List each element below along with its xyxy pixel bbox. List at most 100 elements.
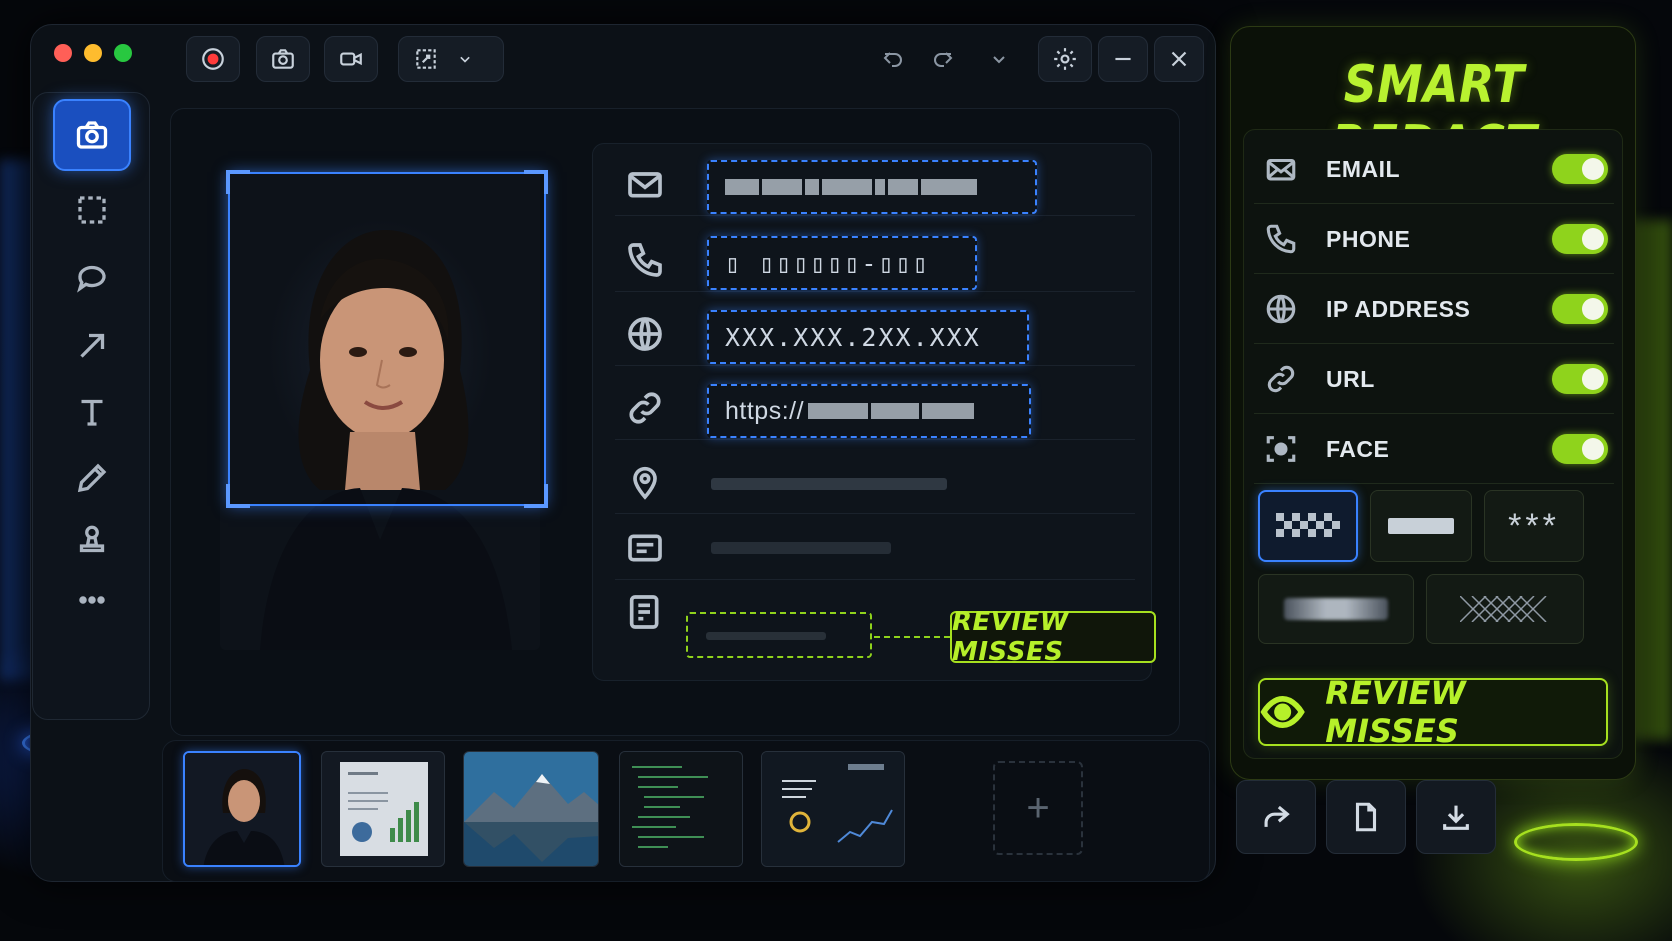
record-button[interactable] xyxy=(186,36,240,82)
code-thumb-art xyxy=(620,752,742,866)
field-row-phone: ▯ ▯▯▯▯▯▯-▯▯▯ xyxy=(615,226,1135,292)
style-solid-bar-button[interactable] xyxy=(1370,490,1472,562)
redacted-url[interactable]: https:// xyxy=(707,384,1031,438)
toggle-label-email: EMAIL xyxy=(1326,156,1401,182)
close-window-dot[interactable] xyxy=(54,44,72,62)
field-row-card xyxy=(615,514,1135,580)
review-misses-button[interactable]: REVIEW MISSES xyxy=(1258,674,1608,750)
history-dropdown[interactable] xyxy=(984,44,1014,74)
field-row-url: https:// xyxy=(615,374,1135,440)
tool-stamp[interactable] xyxy=(53,511,131,569)
thumbnail-portrait[interactable] xyxy=(183,751,301,867)
missed-field-highlight[interactable] xyxy=(686,612,872,658)
close-button[interactable] xyxy=(1154,36,1204,82)
tool-camera[interactable] xyxy=(53,99,131,171)
record-icon xyxy=(202,48,224,70)
style-blur-button[interactable] xyxy=(1258,574,1414,644)
review-misses-tag[interactable]: REVIEW MISSES xyxy=(950,607,1156,667)
field-row-address xyxy=(615,448,1135,514)
style-pixelate-button[interactable] xyxy=(1258,490,1358,562)
tool-arrow[interactable] xyxy=(53,317,131,375)
report-thumb-art xyxy=(340,762,428,856)
phone-icon xyxy=(1266,224,1296,254)
text-icon xyxy=(81,399,103,426)
document-button[interactable] xyxy=(1326,780,1406,854)
toggle-row-email: EMAIL xyxy=(1254,134,1614,204)
download-icon xyxy=(1443,805,1469,830)
minus-icon xyxy=(1115,57,1131,61)
thumbnail-code[interactable] xyxy=(619,751,743,867)
asterisks-label: *** xyxy=(1508,506,1560,545)
redo-icon xyxy=(934,52,953,67)
link-icon xyxy=(625,388,665,428)
download-button[interactable] xyxy=(1416,780,1496,854)
unredacted-card-bar xyxy=(711,542,891,554)
chevron-down-icon xyxy=(993,56,1005,64)
style-asterisks-button[interactable]: *** xyxy=(1484,490,1584,562)
redo-button[interactable] xyxy=(928,44,958,74)
region-button[interactable] xyxy=(398,36,504,82)
link-icon xyxy=(1267,365,1295,393)
toggle-row-url: URL xyxy=(1254,344,1614,414)
face-detection-box[interactable] xyxy=(226,170,548,508)
eye-icon xyxy=(1260,695,1305,729)
blur-icon xyxy=(1284,598,1388,620)
tool-pencil[interactable] xyxy=(53,449,131,507)
tool-text[interactable] xyxy=(53,383,131,441)
toggle-label-phone: PHONE xyxy=(1326,226,1411,252)
redacted-ip[interactable]: XXX.XXX.2XX.XXX xyxy=(707,310,1029,364)
email-icon xyxy=(625,164,665,204)
speech-bubble-icon xyxy=(77,265,106,293)
field-row-email xyxy=(615,150,1135,216)
stamp-icon xyxy=(79,525,105,553)
undo-icon xyxy=(883,52,902,67)
portrait-thumb-art xyxy=(185,753,299,865)
add-capture-button[interactable]: + xyxy=(993,761,1083,855)
style-crosshatch-button[interactable] xyxy=(1426,574,1584,644)
face-toggle[interactable] xyxy=(1552,434,1608,464)
tool-callout[interactable] xyxy=(53,249,131,307)
redacted-email[interactable] xyxy=(707,160,1037,214)
plus-icon: + xyxy=(1026,785,1050,830)
toggle-label-url: URL xyxy=(1326,366,1375,392)
face-scan-icon xyxy=(1266,436,1296,462)
globe-icon xyxy=(625,314,665,354)
zoom-window-dot[interactable] xyxy=(114,44,132,62)
share-button[interactable] xyxy=(1236,780,1316,854)
location-pin-icon xyxy=(625,462,665,502)
thumbnail-landscape[interactable] xyxy=(463,751,599,867)
pixelate-icon xyxy=(1276,513,1340,537)
video-button[interactable] xyxy=(324,36,378,82)
ip-toggle[interactable] xyxy=(1552,294,1608,324)
arrow-icon xyxy=(80,333,105,358)
settings-button[interactable] xyxy=(1038,36,1092,82)
undo-button[interactable] xyxy=(878,44,908,74)
more-icon xyxy=(79,596,105,604)
toggle-label-face: FACE xyxy=(1326,436,1390,462)
minimize-window-dot[interactable] xyxy=(84,44,102,62)
card-icon xyxy=(625,528,665,568)
redacted-phone[interactable]: ▯ ▯▯▯▯▯▯-▯▯▯ xyxy=(707,236,977,290)
tool-sidebar xyxy=(32,92,150,720)
screenshot-button[interactable] xyxy=(256,36,310,82)
close-icon xyxy=(1171,51,1187,67)
email-toggle[interactable] xyxy=(1552,154,1608,184)
url-toggle[interactable] xyxy=(1552,364,1608,394)
toggle-row-ip: IP ADDRESS xyxy=(1254,274,1614,344)
capture-thumbnail-strip: + xyxy=(162,740,1210,882)
video-camera-icon xyxy=(340,52,362,66)
document-icon xyxy=(1355,802,1377,832)
minimize-button[interactable] xyxy=(1098,36,1148,82)
tool-selection[interactable] xyxy=(53,181,131,239)
gear-icon xyxy=(1054,48,1076,70)
phone-toggle[interactable] xyxy=(1552,224,1608,254)
review-misses-label: REVIEW MISSES xyxy=(1325,674,1466,750)
toggle-row-phone: PHONE xyxy=(1254,204,1614,274)
envelope-icon xyxy=(1266,158,1296,181)
thumbnail-dashboard[interactable] xyxy=(761,751,905,867)
unredacted-address-bar xyxy=(711,478,947,490)
thumbnail-report[interactable] xyxy=(321,751,445,867)
tool-more[interactable] xyxy=(53,571,131,629)
note-icon xyxy=(625,592,665,632)
chevron-down-icon xyxy=(460,56,470,63)
